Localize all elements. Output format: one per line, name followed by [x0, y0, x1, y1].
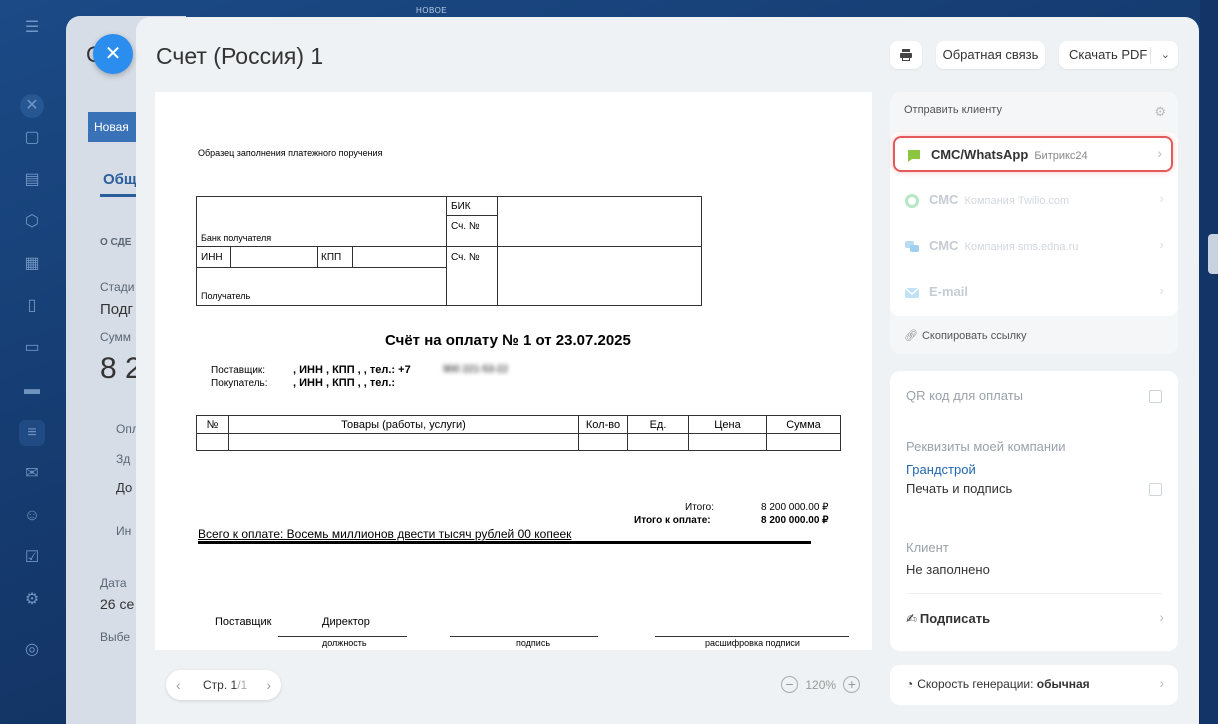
link-icon: 🔗︎ [904, 330, 918, 342]
whatsapp-icon [904, 193, 920, 209]
help-icon[interactable]: ◎ [22, 640, 42, 660]
stage-new: Новая [88, 112, 140, 142]
hexagon-icon[interactable]: ⬡ [22, 212, 42, 232]
page-total: /1 [237, 678, 248, 692]
download-pdf-label: Скачать PDF [1069, 47, 1148, 62]
printer-icon [900, 49, 912, 61]
company-label: Реквизиты моей компании [906, 439, 1066, 454]
send-sms-edna[interactable]: СМС Компания sms.edna.ru › [890, 224, 1178, 270]
print-button[interactable] [890, 41, 922, 69]
crm-filter-icon[interactable]: ≡ [19, 420, 45, 446]
gauge-icon: ◔ [906, 677, 914, 691]
zoom-out-icon[interactable]: − [781, 676, 798, 693]
pen-icon: ✍︎ [906, 611, 917, 626]
zoom-in-icon[interactable]: + [843, 676, 861, 693]
print-sign-label: Печать и подпись [906, 481, 1013, 496]
gear-icon[interactable]: ⚙ [1154, 104, 1166, 120]
qr-label: QR код для оплаты [906, 388, 1024, 403]
send-channel-list: СМС/WhatsApp Битрикс24 › СМС Компания Twil… [890, 132, 1178, 316]
sample-caption: Образец заполнения платежного поручения [198, 148, 383, 158]
feed-icon[interactable]: ▤ [22, 170, 42, 190]
chat-bubble-icon [906, 148, 922, 164]
close-slider-button[interactable]: ✕ [93, 34, 133, 74]
menu-icon[interactable]: ☰ [22, 18, 42, 38]
new-badge: НОВОЕ [416, 6, 448, 15]
bank-details-table: БИК Сч. № Сч. № Банк получателя ИНН КПП … [196, 196, 702, 306]
settings-icon[interactable]: ⚙ [22, 590, 42, 610]
chevron-right-icon: › [1159, 190, 1164, 206]
contacts-icon[interactable]: ☺ [22, 506, 42, 526]
supplier-phone: 900 221-53-22 [443, 364, 509, 375]
invoice-options-card: QR код для оплаты Реквизиты моей компани… [890, 371, 1178, 651]
chevron-right-icon: › [1159, 282, 1164, 298]
invoice-title: Счёт на оплату № 1 от 23.07.2025 [385, 332, 631, 349]
client-label: Клиент [906, 540, 949, 555]
chat-bubbles-icon [904, 239, 920, 255]
send-email[interactable]: E-mail › [890, 270, 1178, 316]
send-heading: Отправить клиенту [904, 104, 1002, 116]
zoom-control: − 120% + [781, 676, 861, 693]
print-sign-checkbox[interactable] [1149, 483, 1162, 496]
speed-value: обычная [1036, 677, 1090, 691]
send-sms-whatsapp-bitrix[interactable]: СМС/WhatsApp Битрикс24 › [893, 136, 1173, 172]
tasks-icon[interactable]: ☑ [22, 548, 42, 568]
chat-icon[interactable]: ▢ [22, 128, 42, 148]
page-pager: ‹ Стр. 1/1 › [166, 670, 281, 700]
company-link[interactable]: Грандстрой [906, 462, 976, 477]
chevron-right-icon[interactable]: › [266, 670, 271, 700]
close-icon[interactable]: ✕ [20, 94, 44, 118]
amount-in-words: Всего к оплате: Восемь миллионов двести … [198, 527, 572, 541]
invoice-preview: Образец заполнения платежного поручения … [155, 92, 872, 650]
left-nav: ☰ ✕ ▢ ▤ ⬡ ▦ ▯ ▭ ▬ ≡ ✉ ☺ ☑ ⚙ ◎ [0, 0, 66, 724]
chevron-left-icon[interactable]: ‹ [176, 670, 181, 700]
copy-link-button[interactable]: 🔗︎ Скопировать ссылку [904, 329, 1027, 342]
generation-speed-card[interactable]: ◔ Скорость генерации: обычная › [890, 665, 1178, 705]
right-edge [1200, 0, 1218, 724]
chevron-down-icon[interactable]: ⌄ [1161, 41, 1170, 69]
zoom-level: 120% [805, 677, 837, 692]
calendar-icon[interactable]: ▦ [22, 254, 42, 274]
presentation-icon[interactable]: ▭ [22, 338, 42, 358]
chevron-right-icon: › [1159, 675, 1164, 691]
page-label: Стр. 1 [203, 678, 238, 692]
card-icon[interactable]: ▬ [22, 380, 42, 400]
panel-handle[interactable] [1208, 234, 1218, 274]
invoice-panel: Счет (Россия) 1 Обратная связь Скачать P… [136, 17, 1199, 724]
download-pdf-button[interactable]: Скачать PDF ⌄ [1059, 41, 1178, 69]
send-to-client-card: Отправить клиенту ⚙ СМС/WhatsApp Битрикс2… [890, 92, 1178, 354]
document-icon[interactable]: ▯ [22, 296, 42, 316]
page-title: Счет (Россия) 1 [156, 43, 324, 69]
qr-checkbox[interactable] [1149, 390, 1162, 403]
chevron-right-icon: › [1157, 145, 1162, 161]
envelope-icon [904, 285, 920, 301]
goods-table: № Товары (работы, услуги) Кол-во Ед. Цен… [196, 415, 841, 451]
feedback-button[interactable]: Обратная связь [936, 41, 1045, 69]
sign-button[interactable]: ✍︎ Подписать [906, 611, 990, 627]
chevron-right-icon: › [1159, 236, 1164, 252]
send-sms-twilio[interactable]: СМС Компания Twilio.com › [890, 178, 1178, 224]
client-value: Не заполнено [906, 562, 990, 577]
mail-icon[interactable]: ✉ [22, 464, 42, 484]
chevron-right-icon[interactable]: › [1159, 609, 1164, 625]
